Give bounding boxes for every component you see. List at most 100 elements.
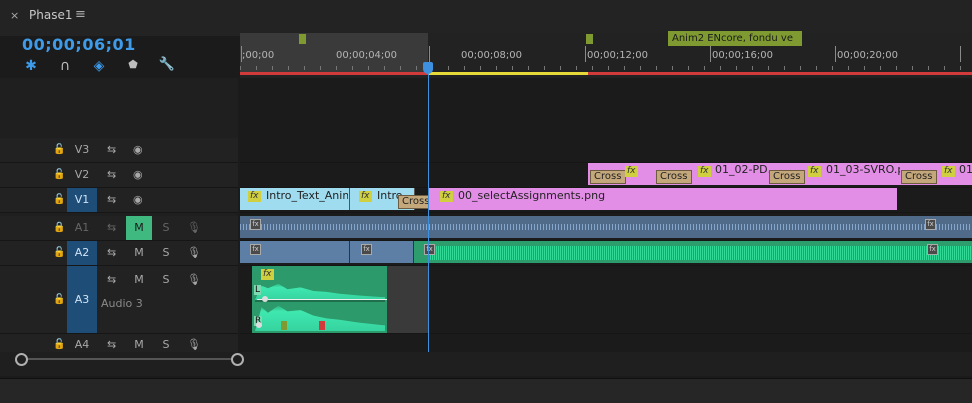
track-label-v3[interactable]: V3: [67, 143, 97, 156]
solo-button[interactable]: S: [153, 246, 179, 259]
sync-lock-icon[interactable]: ⇆: [107, 168, 116, 181]
fx-badge[interactable]: fx: [261, 269, 274, 280]
cross-dissolve-transition[interactable]: Cross: [769, 170, 805, 184]
sequence-tab-title[interactable]: Phase1: [29, 8, 72, 22]
sequence-marker[interactable]: [299, 34, 306, 44]
mute-button[interactable]: M: [126, 338, 152, 351]
ruler-tick-label: 00;00;08;00: [461, 50, 523, 61]
clip-handle-area: [387, 266, 429, 333]
cross-dissolve-transition[interactable]: Cross: [656, 170, 692, 184]
fx-badge[interactable]: fx: [698, 166, 711, 177]
wrench-icon[interactable]: 🔧: [158, 57, 176, 72]
track-label-a4[interactable]: A4: [67, 338, 97, 351]
volume-keyframe-line[interactable]: [257, 299, 387, 300]
clip-marker[interactable]: [281, 321, 287, 330]
ruler-tick-label: 00;00;04;00: [336, 50, 398, 61]
voiceover-record-icon[interactable]: 🎙: [187, 246, 201, 259]
snap-icon[interactable]: ✱: [22, 58, 40, 74]
zoom-scrollbar[interactable]: [0, 352, 972, 376]
panel-menu-icon[interactable]: ≡: [75, 7, 86, 22]
ruler-tick: [429, 46, 430, 62]
voiceover-record-icon[interactable]: 🎙: [187, 221, 201, 234]
sync-lock-icon[interactable]: ⇆: [107, 143, 116, 156]
track-lane-v3[interactable]: [240, 138, 972, 163]
audio-clip[interactable]: [350, 241, 414, 263]
track-label-v1[interactable]: V1: [67, 188, 97, 212]
fx-badge[interactable]: fx: [361, 244, 372, 255]
fx-badge[interactable]: fx: [248, 191, 261, 202]
track-label-a3[interactable]: A3: [67, 266, 97, 333]
playhead-timecode[interactable]: 00;00;06;01: [22, 35, 136, 54]
clip-name: 01_02-PD.: [715, 163, 771, 176]
cross-dissolve-transition[interactable]: Cross: [590, 170, 626, 184]
mute-button[interactable]: M: [126, 273, 152, 286]
close-tab-icon[interactable]: ×: [10, 9, 19, 22]
keyframe-handle[interactable]: [256, 322, 262, 328]
add-marker-icon[interactable]: ⬟: [124, 58, 142, 71]
mute-button[interactable]: M: [126, 246, 152, 259]
render-bar-yellow: [428, 72, 588, 75]
lock-icon[interactable]: 🔒: [53, 222, 65, 233]
track-select-icon[interactable]: ◈: [90, 58, 108, 74]
track-header-a2: [0, 241, 238, 266]
fx-badge[interactable]: fx: [424, 244, 435, 255]
mute-button[interactable]: M: [126, 216, 152, 240]
eye-icon[interactable]: ◉: [133, 168, 143, 181]
clip-name: 01: [959, 163, 972, 176]
playhead-line[interactable]: [428, 74, 429, 352]
fx-badge[interactable]: fx: [625, 166, 638, 177]
scrollbar-left-handle[interactable]: [15, 353, 28, 366]
linked-selection-icon[interactable]: ∩: [56, 58, 74, 74]
track-label-a1[interactable]: A1: [67, 221, 97, 234]
marker-comment-label[interactable]: Anim2 ENcore, fondu ve: [668, 31, 802, 46]
left-channel-label: L: [254, 285, 262, 295]
ruler-tick-label: 00;00;20;00: [837, 50, 899, 61]
ruler-tick-label: 00;00;16;00: [712, 50, 774, 61]
zoom-scrollbar-track[interactable]: [22, 358, 236, 360]
track-lane-a4[interactable]: [240, 334, 972, 353]
lock-icon[interactable]: 🔓: [53, 194, 65, 205]
lock-icon[interactable]: 🔓: [53, 247, 65, 258]
lock-icon[interactable]: 🔓: [53, 144, 65, 155]
playhead-handle[interactable]: [423, 62, 433, 74]
lock-icon[interactable]: 🔓: [53, 294, 65, 305]
eye-icon[interactable]: ◉: [133, 193, 143, 206]
voiceover-record-icon[interactable]: 🎙: [187, 273, 201, 286]
fx-badge[interactable]: fx: [925, 219, 936, 230]
ruler-minor-ticks: [240, 66, 972, 70]
clip-name: Intro_Text_Anim: [266, 189, 348, 202]
track-header-v3: [0, 138, 238, 163]
ruler-tick: [960, 46, 961, 62]
panel-header: [0, 0, 972, 36]
audio-waveform: [430, 246, 972, 260]
cross-dissolve-transition[interactable]: Cross: [901, 170, 937, 184]
sync-lock-icon[interactable]: ⇆: [107, 246, 116, 259]
solo-button[interactable]: S: [153, 273, 179, 286]
eye-icon[interactable]: ◉: [133, 143, 143, 156]
solo-button[interactable]: S: [153, 221, 179, 234]
sync-lock-icon[interactable]: ⇆: [107, 273, 116, 286]
fx-badge[interactable]: fx: [250, 219, 261, 230]
track-label-a2[interactable]: A2: [67, 241, 97, 265]
voiceover-record-icon[interactable]: 🎙: [187, 338, 201, 351]
sync-lock-icon[interactable]: ⇆: [107, 221, 116, 234]
track-label-v2[interactable]: V2: [67, 168, 97, 181]
sync-lock-icon[interactable]: ⇆: [107, 193, 116, 206]
lock-icon[interactable]: 🔓: [53, 339, 65, 350]
sync-lock-icon[interactable]: ⇆: [107, 338, 116, 351]
lock-icon[interactable]: 🔓: [53, 169, 65, 180]
track-header-a1: [0, 216, 238, 241]
fx-badge[interactable]: fx: [942, 166, 955, 177]
keyframe-handle[interactable]: [262, 296, 268, 302]
clip-marker[interactable]: [319, 321, 325, 330]
fx-badge[interactable]: fx: [359, 191, 372, 202]
scrollbar-right-handle[interactable]: [231, 353, 244, 366]
fx-badge[interactable]: fx: [440, 191, 453, 202]
fx-badge[interactable]: fx: [250, 244, 261, 255]
fx-badge[interactable]: fx: [927, 244, 938, 255]
sequence-marker[interactable]: [586, 34, 593, 44]
fx-badge[interactable]: fx: [808, 166, 821, 177]
track-header-v2: [0, 163, 238, 188]
ruler-tick-label: 00;00;12;00: [587, 50, 649, 61]
solo-button[interactable]: S: [153, 338, 179, 351]
